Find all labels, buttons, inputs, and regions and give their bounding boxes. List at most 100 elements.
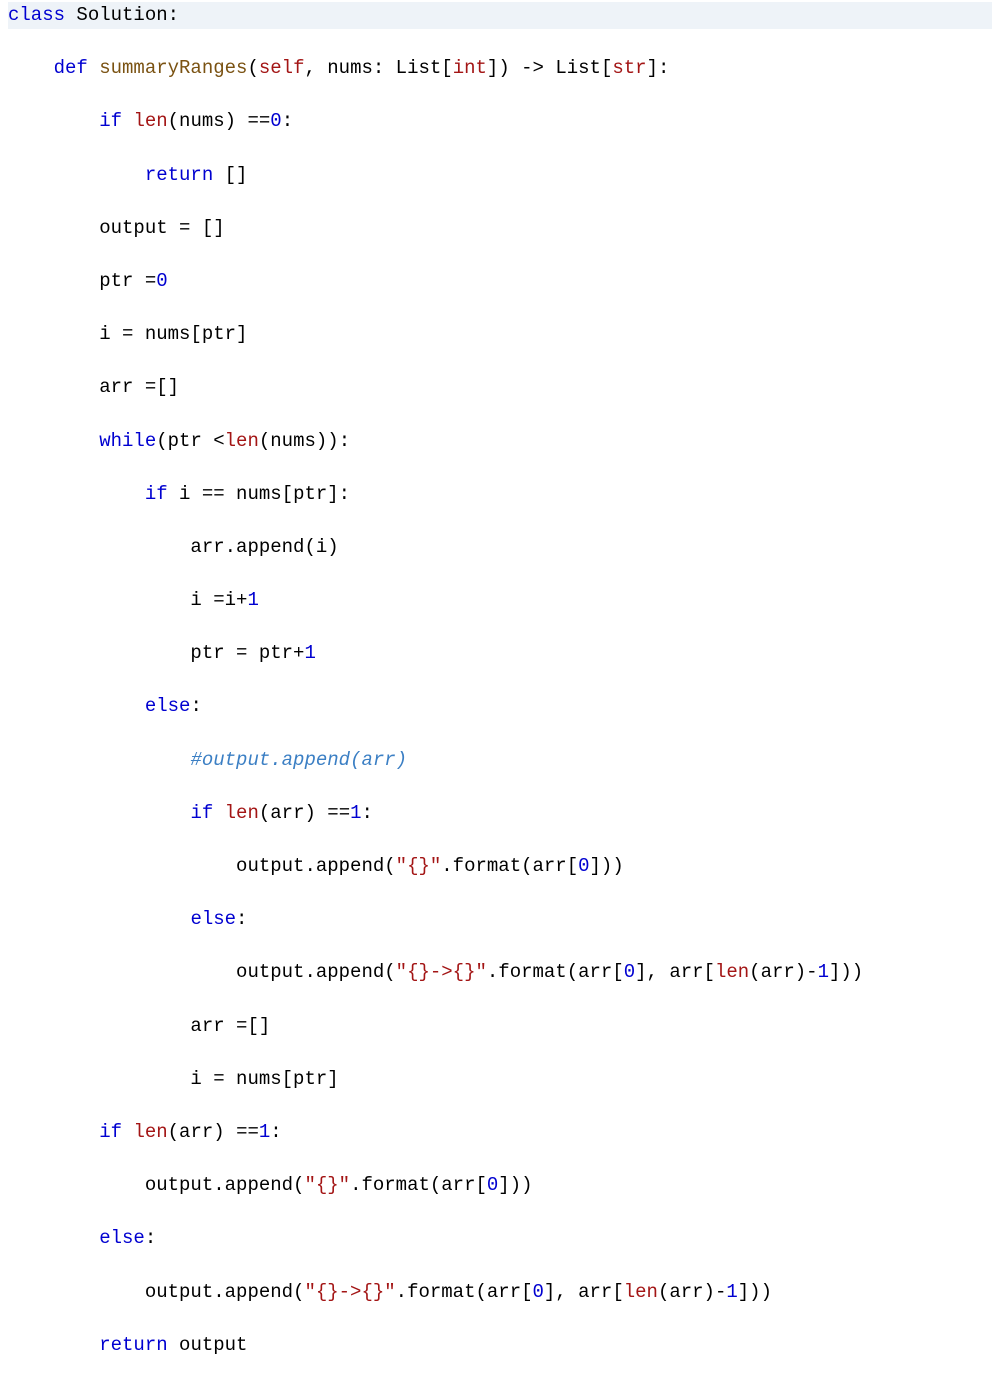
code-line: output.append("{}".format(arr[0])): [8, 1172, 992, 1199]
code-line: ptr = ptr+1: [8, 640, 992, 667]
code-token: str: [612, 57, 646, 79]
code-token: arr =[]: [8, 1015, 270, 1037]
code-token: :: [145, 1227, 156, 1249]
code-line: output.append("{}".format(arr[0])): [8, 853, 992, 880]
code-token: 0: [156, 270, 167, 292]
code-token: ])): [590, 855, 624, 877]
code-line: else:: [8, 1225, 992, 1252]
code-token: i =i+: [8, 589, 247, 611]
code-token: len: [133, 110, 167, 132]
code-line: arr.append(i): [8, 534, 992, 561]
code-token: 0: [487, 1174, 498, 1196]
code-token: [8, 908, 190, 930]
code-token: 1: [350, 802, 361, 824]
code-token: output: [179, 1334, 247, 1356]
code-token: arr.append(i): [8, 536, 339, 558]
code-line: output.append("{}->{}".format(arr[0], ar…: [8, 959, 992, 986]
code-token: [8, 110, 99, 132]
code-token: 0: [578, 855, 589, 877]
code-token: #output.append(arr): [190, 749, 407, 771]
code-line: if len(arr) ==1:: [8, 1119, 992, 1146]
code-line: arr =[]: [8, 374, 992, 401]
code-line: return output: [8, 1332, 992, 1359]
code-line: class Solution:: [8, 2, 992, 29]
code-line: if len(arr) ==1:: [8, 800, 992, 827]
code-token: 1: [726, 1281, 737, 1303]
code-token: output.append(: [8, 1174, 304, 1196]
code-token: arr =[]: [8, 376, 179, 398]
code-line: i = nums[ptr]: [8, 1066, 992, 1093]
code-token: output.append(: [8, 855, 396, 877]
code-token: 0: [624, 961, 635, 983]
code-line: i = nums[ptr]: [8, 321, 992, 348]
code-token: 1: [304, 642, 315, 664]
code-token: ])): [738, 1281, 772, 1303]
code-token: [8, 57, 54, 79]
code-token: :: [282, 110, 293, 132]
code-token: :: [362, 802, 373, 824]
code-token: [8, 1121, 99, 1143]
code-token: (arr)-: [658, 1281, 726, 1303]
code-token: , nums: List[: [304, 57, 452, 79]
code-token: i = nums[ptr]: [8, 1068, 339, 1090]
code-token: class: [8, 4, 76, 26]
code-token: while: [99, 430, 156, 452]
code-line: output.append("{}->{}".format(arr[0], ar…: [8, 1279, 992, 1306]
code-token: else: [145, 695, 191, 717]
code-token: len: [133, 1121, 167, 1143]
code-token: ptr = ptr+: [8, 642, 304, 664]
code-token: 1: [818, 961, 829, 983]
code-token: .format(arr[: [396, 1281, 533, 1303]
code-token: return: [99, 1334, 179, 1356]
code-token: output = []: [8, 217, 225, 239]
code-token: ], arr[: [544, 1281, 624, 1303]
code-token: ptr =: [8, 270, 156, 292]
code-line: i =i+1: [8, 587, 992, 614]
code-line: else:: [8, 906, 992, 933]
code-token: output.append(: [8, 1281, 304, 1303]
code-token: ]) -> List[: [487, 57, 612, 79]
code-line: if len(nums) ==0:: [8, 108, 992, 135]
code-token: (nums)):: [259, 430, 350, 452]
code-token: 1: [247, 589, 258, 611]
code-token: []: [225, 164, 248, 186]
code-line: while(ptr <len(nums)):: [8, 428, 992, 455]
code-token: 0: [270, 110, 281, 132]
code-token: :: [270, 1121, 281, 1143]
code-token: int: [453, 57, 487, 79]
code-token: [8, 164, 145, 186]
code-token: .format(arr[: [350, 1174, 487, 1196]
code-token: 0: [533, 1281, 544, 1303]
code-token: (arr)-: [749, 961, 817, 983]
code-token: self: [259, 57, 305, 79]
code-token: len: [624, 1281, 658, 1303]
code-token: :: [190, 695, 201, 717]
code-token: i = nums[ptr]: [8, 323, 247, 345]
code-line: return []: [8, 162, 992, 189]
code-token: "{}": [396, 855, 442, 877]
code-token: if: [145, 483, 179, 505]
code-token: "{}": [304, 1174, 350, 1196]
code-token: (nums) ==: [168, 110, 271, 132]
code-token: [8, 695, 145, 717]
code-token: def: [54, 57, 100, 79]
code-token: [8, 1227, 99, 1249]
code-token: return: [145, 164, 225, 186]
code-token: [8, 749, 190, 771]
code-line: arr =[]: [8, 1013, 992, 1040]
code-token: else: [99, 1227, 145, 1249]
code-token: ], arr[: [635, 961, 715, 983]
code-token: summaryRanges: [99, 57, 247, 79]
code-token: else: [190, 908, 236, 930]
code-token: (: [247, 57, 258, 79]
code-token: len: [715, 961, 749, 983]
code-token: [8, 802, 190, 824]
code-token: :: [236, 908, 247, 930]
code-token: (ptr <: [156, 430, 224, 452]
code-line: def summaryRanges(self, nums: List[int])…: [8, 55, 992, 82]
code-token: output.append(: [8, 961, 396, 983]
code-token: [8, 430, 99, 452]
code-token: ])): [829, 961, 863, 983]
code-token: .format(arr[: [441, 855, 578, 877]
code-token: len: [225, 430, 259, 452]
